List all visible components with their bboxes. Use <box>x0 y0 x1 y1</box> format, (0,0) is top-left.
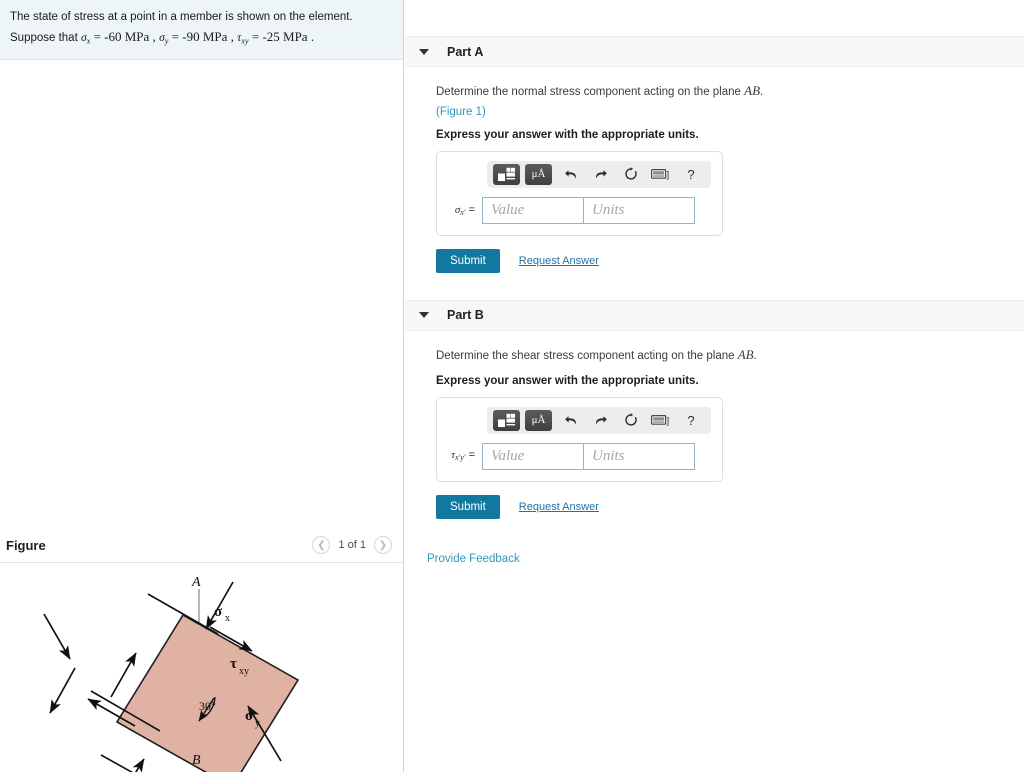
part-b-field-row: τx′y′ = <box>448 442 711 470</box>
label-tau-xy-subscript: xy <box>239 666 249 677</box>
problem-eq-1: = -60 MPa , <box>90 28 160 44</box>
part-b-units-input[interactable] <box>584 442 695 470</box>
part-a-field-label: σx′ = <box>448 204 482 217</box>
figure-nav: ❮ 1 of 1 ❯ <box>312 536 392 554</box>
undo-arrow-icon[interactable] <box>557 410 585 431</box>
problem-eq-2: = -90 MPa , <box>168 28 238 44</box>
redo-arrow-icon[interactable] <box>587 410 615 431</box>
caret-down-icon[interactable] <box>419 48 429 55</box>
part-b-express-label: Express your answer with the appropriate… <box>436 374 699 387</box>
part-b-prompt: Determine the shear stress component act… <box>436 345 1024 366</box>
page-root: The state of stress at a point in a memb… <box>0 0 1024 772</box>
redo-arrow-icon[interactable] <box>587 164 615 185</box>
part-a-actions: Submit Request Answer <box>436 248 1024 273</box>
stress-element-diagram: A B σ x τ xy σ y 30° <box>43 575 300 772</box>
part-b-prompt-math: AB <box>737 346 754 362</box>
chevron-right-icon[interactable]: ❯ <box>374 536 392 554</box>
part-a-request-answer-link[interactable]: Request Answer <box>519 255 599 267</box>
part-b-request-answer-link[interactable]: Request Answer <box>519 501 599 513</box>
math-template-icon[interactable] <box>493 409 520 431</box>
label-b: B <box>192 753 201 768</box>
label-sigma-y: σ <box>245 708 254 724</box>
chevron-left-icon[interactable]: ❮ <box>312 536 331 554</box>
undo-arrow-icon[interactable] <box>557 164 585 185</box>
part-a-label: Part A <box>447 44 484 59</box>
sigma-x-arrow-left-in <box>43 613 71 660</box>
part-a-prompt: Determine the normal stress component ac… <box>436 81 1024 102</box>
label-sigma-x-subscript: x <box>225 613 230 624</box>
part-a-prompt-tail: . <box>760 86 764 98</box>
figure-header: Figure ❮ 1 of 1 ❯ <box>0 528 404 562</box>
part-a-value-input[interactable] <box>482 196 584 224</box>
reset-circle-icon[interactable] <box>617 164 645 185</box>
part-b-toolbar: μÅ] ? <box>487 406 711 434</box>
part-a-figure-link[interactable]: (Figure 1) <box>436 106 486 118</box>
right-panel: Part A Determine the normal stress compo… <box>405 0 1024 772</box>
part-a-prompt-text: Determine the normal stress component ac… <box>436 86 745 98</box>
part-b-submit-button[interactable]: Submit <box>436 494 500 519</box>
part-a-express-label: Express your answer with the appropriate… <box>436 128 699 141</box>
provide-feedback-link[interactable]: Provide Feedback <box>427 553 520 565</box>
part-b-field-subscript: x′y′ <box>455 453 466 463</box>
sigma-x-arrow-left-out <box>49 667 76 714</box>
part-a-body: Determine the normal stress component ac… <box>405 67 1024 273</box>
part-a-field-equals: = <box>465 203 475 216</box>
part-b-prompt-tail: . <box>753 349 757 362</box>
units-mu-angstrom-icon[interactable]: μÅ <box>525 409 552 431</box>
units-mu-angstrom-icon[interactable]: μÅ <box>525 163 552 185</box>
label-sigma-x: σ <box>214 604 223 620</box>
question-mark-icon[interactable]: ? <box>677 164 705 185</box>
label-a: A <box>191 575 201 590</box>
part-b-body: Determine the shear stress component act… <box>405 331 1024 519</box>
question-mark-icon[interactable]: ? <box>677 410 705 431</box>
keyboard-icon[interactable]: ] <box>647 410 675 431</box>
keyboard-icon[interactable]: ] <box>647 164 675 185</box>
problem-eq-3: = -25 MPa . <box>248 28 315 44</box>
figure-title: Figure <box>6 537 46 553</box>
part-b-header[interactable]: Part B <box>405 299 1024 331</box>
part-a-answer-box: μÅ] ? σx′ = Value Units <box>436 150 723 236</box>
part-a-units-input[interactable] <box>584 196 695 224</box>
label-sigma-y-subscript: y <box>255 718 260 729</box>
math-template-icon[interactable] <box>493 163 520 185</box>
figure-page-count: 1 of 1 <box>338 539 366 551</box>
part-a-prompt-math: AB <box>744 83 761 98</box>
sigma-x-arrow-bottom <box>110 652 137 698</box>
problem-statement: The state of stress at a point in a memb… <box>0 0 403 60</box>
label-tau-xy: τ <box>230 656 237 672</box>
part-a-toolbar: μÅ] ? <box>487 160 711 188</box>
stress-element-square <box>115 613 300 772</box>
reset-circle-icon[interactable] <box>617 410 645 431</box>
units-mu-angstrom-label: μÅ <box>531 167 546 180</box>
part-b-field-label: τx′y′ = <box>448 449 482 462</box>
label-angle-30: 30° <box>199 699 216 713</box>
problem-tau-subscript: xy <box>241 36 249 46</box>
caret-down-icon[interactable] <box>419 312 429 319</box>
part-b-field-equals: = <box>465 449 475 462</box>
shear-edge-bottom <box>100 754 134 772</box>
left-panel: The state of stress at a point in a memb… <box>0 0 404 772</box>
part-b-answer-box: μÅ] ? τx′y′ = Value Units <box>436 396 723 482</box>
figure-canvas: A B σ x τ xy σ y 30° <box>0 565 404 772</box>
svg-text:]: ] <box>667 416 670 426</box>
part-a-field-row: σx′ = <box>448 196 711 224</box>
part-b-value-input[interactable] <box>482 442 584 470</box>
units-mu-angstrom-label: μÅ <box>531 413 546 426</box>
part-b-actions: Submit Request Answer <box>436 494 1024 519</box>
part-a-header[interactable]: Part A <box>405 36 1024 67</box>
part-a-submit-button[interactable]: Submit <box>436 248 500 273</box>
svg-text:]: ] <box>667 170 670 180</box>
part-b-label: Part B <box>447 308 484 323</box>
figure-divider <box>0 562 404 563</box>
part-b-prompt-text: Determine the shear stress component act… <box>436 349 738 362</box>
